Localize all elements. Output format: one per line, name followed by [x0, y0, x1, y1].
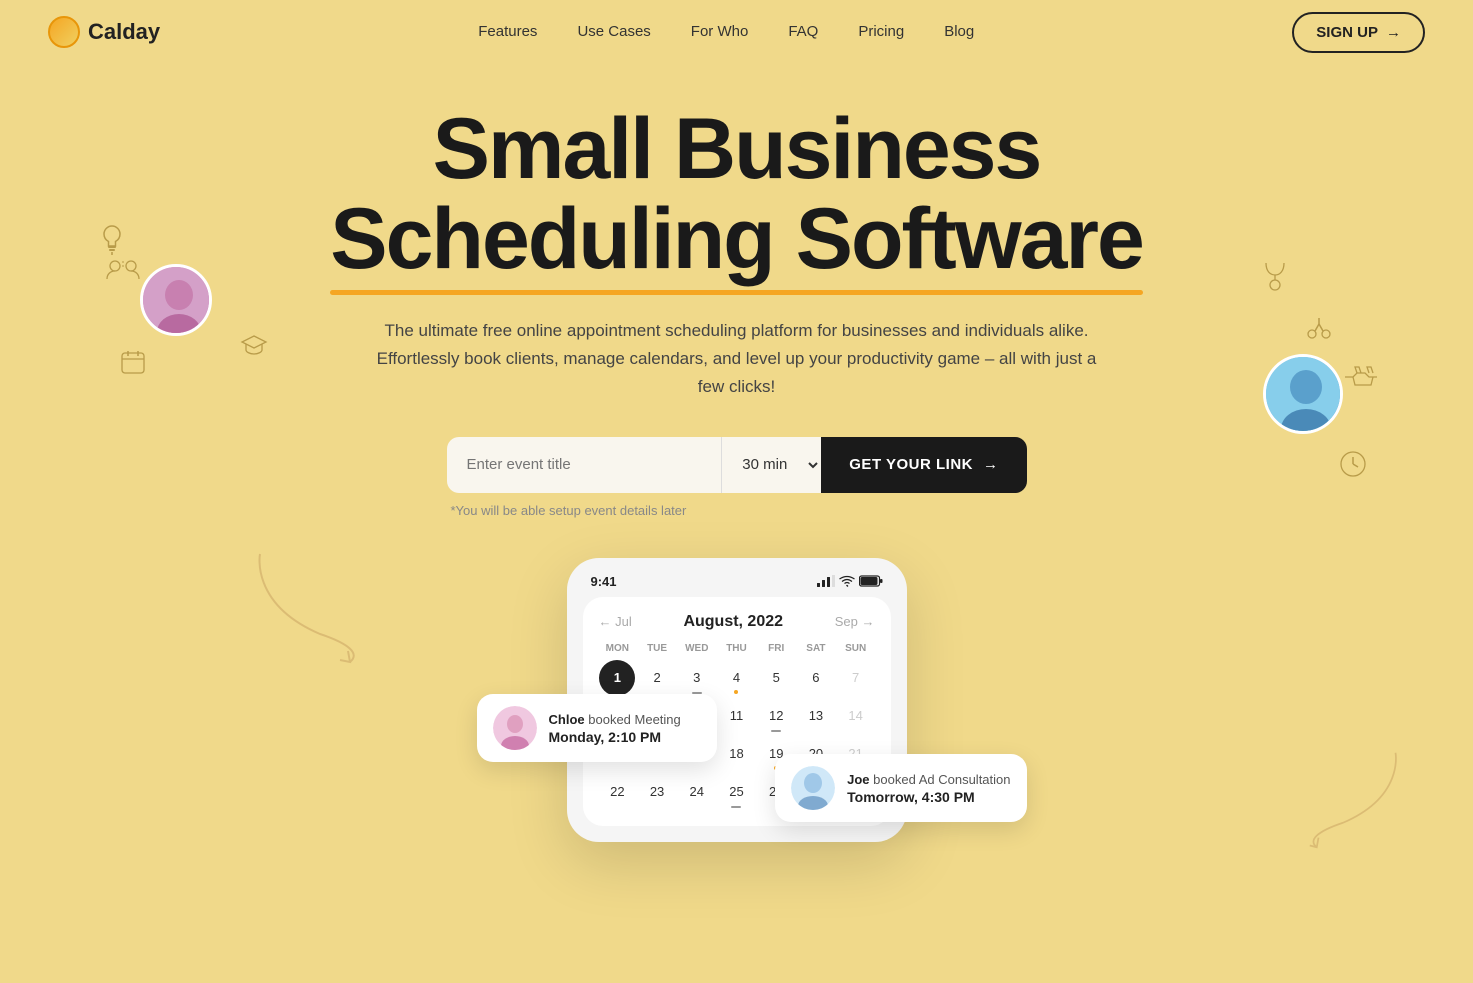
- notif-user-right: Joe: [847, 772, 869, 787]
- notif-avatar-right: [791, 766, 835, 810]
- headline-line1: Small Business: [433, 101, 1041, 197]
- notif-avatar-left: [493, 706, 537, 750]
- event-title-input[interactable]: [447, 437, 722, 493]
- cal-nav: ← Jul August, 2022 Sep →: [599, 613, 875, 631]
- cta-note: *You will be able setup event details la…: [447, 503, 1027, 518]
- signup-button[interactable]: SIGN UP →: [1292, 12, 1425, 53]
- lightbulb-icon: [100, 224, 124, 262]
- wd-thu: THU: [718, 643, 756, 654]
- handshake-icon: [1343, 364, 1383, 396]
- wd-wed: WED: [678, 643, 716, 654]
- headline-line2-wrapper: Scheduling Software: [330, 194, 1143, 284]
- hero-subtitle: The ultimate free online appointment sch…: [377, 317, 1097, 401]
- notif-text-left: Chloe booked Meeting: [549, 711, 681, 729]
- cal-day[interactable]: 22: [599, 774, 635, 810]
- calendar-deco-icon: [120, 349, 146, 381]
- cal-day[interactable]: 5: [758, 660, 794, 696]
- nav-features[interactable]: Features: [478, 23, 537, 40]
- wd-sat: SAT: [797, 643, 835, 654]
- cal-day[interactable]: 3: [679, 660, 715, 696]
- cal-day[interactable]: 6: [798, 660, 834, 696]
- duration-select[interactable]: 15 min 30 min 45 min 60 min: [721, 437, 821, 493]
- clock-icon: [1338, 449, 1368, 485]
- signup-arrow: →: [1386, 24, 1401, 41]
- status-icons: [817, 575, 883, 587]
- notification-left: Chloe booked Meeting Monday, 2:10 PM: [477, 694, 717, 762]
- cal-day[interactable]: 11: [718, 698, 754, 734]
- logo-text: Calday: [88, 19, 160, 45]
- cta-label: GET YOUR LINK: [849, 456, 973, 473]
- notification-right: Joe booked Ad Consultation Tomorrow, 4:3…: [775, 754, 1026, 822]
- graduation-icon: [240, 334, 268, 362]
- stethoscope-icon: [1262, 259, 1288, 297]
- cal-day[interactable]: 1: [599, 660, 635, 696]
- battery-icon: [859, 575, 883, 587]
- wd-tue: TUE: [638, 643, 676, 654]
- notif-action-right: booked Ad Consultation: [873, 772, 1010, 787]
- cal-day[interactable]: 23: [639, 774, 675, 810]
- cal-day[interactable]: 14: [838, 698, 874, 734]
- scissors-icon: [1305, 314, 1333, 348]
- notif-user-left: Chloe: [549, 712, 585, 727]
- notif-time-left: Monday, 2:10 PM: [549, 729, 681, 745]
- cta-arrow: →: [983, 456, 999, 473]
- cal-day[interactable]: 4: [718, 660, 754, 696]
- signal-icon: [817, 575, 835, 587]
- avatar-right: [1263, 354, 1343, 434]
- signup-label: SIGN UP: [1316, 24, 1378, 41]
- notif-text-right: Joe booked Ad Consultation: [847, 771, 1010, 789]
- phone-frame: 9:41: [567, 558, 907, 842]
- navbar: Calday Features Use Cases For Who FAQ Pr…: [0, 0, 1473, 64]
- headline-line2: Scheduling Software: [330, 191, 1143, 287]
- wd-mon: MON: [599, 643, 637, 654]
- notif-content-right: Joe booked Ad Consultation Tomorrow, 4:3…: [847, 771, 1010, 805]
- nav-blog[interactable]: Blog: [944, 23, 974, 40]
- cal-day[interactable]: 12: [758, 698, 794, 734]
- logo[interactable]: Calday: [48, 16, 160, 48]
- notif-content-left: Chloe booked Meeting Monday, 2:10 PM: [549, 711, 681, 745]
- cal-day[interactable]: 18: [718, 736, 754, 772]
- hero-section: Small Business Scheduling Software The u…: [0, 64, 1473, 538]
- status-time: 9:41: [591, 574, 617, 589]
- cal-day[interactable]: 7: [838, 660, 874, 696]
- nav-pricing[interactable]: Pricing: [858, 23, 904, 40]
- get-link-button[interactable]: GET YOUR LINK →: [821, 437, 1026, 493]
- cal-day[interactable]: 13: [798, 698, 834, 734]
- notif-action-left: booked Meeting: [588, 712, 681, 727]
- cal-day[interactable]: 24: [679, 774, 715, 810]
- phone-status-bar: 9:41: [583, 574, 891, 597]
- logo-icon: [48, 16, 80, 48]
- calendar-section: 9:41: [0, 518, 1473, 918]
- wd-sun: SUN: [837, 643, 875, 654]
- cal-weekdays: MON TUE WED THU FRI SAT SUN: [599, 643, 875, 654]
- nav-links: Features Use Cases For Who FAQ Pricing B…: [478, 23, 974, 41]
- nav-use-cases[interactable]: Use Cases: [577, 23, 650, 40]
- cal-day[interactable]: 25: [718, 774, 754, 810]
- avatar-left: [140, 264, 212, 336]
- cta-form: 15 min 30 min 45 min 60 min GET YOUR LIN…: [447, 437, 1027, 493]
- notif-time-right: Tomorrow, 4:30 PM: [847, 789, 1010, 805]
- hero-headline: Small Business Scheduling Software: [330, 104, 1143, 285]
- wd-fri: FRI: [757, 643, 795, 654]
- cal-prev[interactable]: ← Jul: [599, 614, 632, 629]
- wifi-icon: [839, 575, 855, 587]
- phone-mockup: 9:41: [567, 518, 907, 842]
- headline-underline: [330, 290, 1143, 295]
- cal-next[interactable]: Sep →: [835, 614, 875, 629]
- cal-month-label: August, 2022: [683, 613, 783, 631]
- nav-faq[interactable]: FAQ: [788, 23, 818, 40]
- nav-for-who[interactable]: For Who: [691, 23, 749, 40]
- people-icon: [105, 259, 141, 287]
- cal-day[interactable]: 2: [639, 660, 675, 696]
